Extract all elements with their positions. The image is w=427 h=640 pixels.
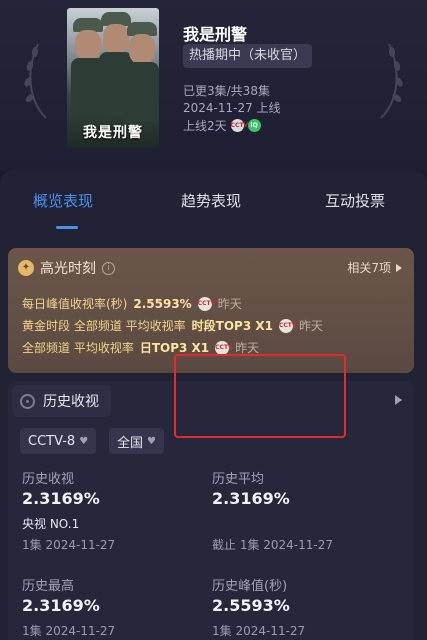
highlight-line-time: 昨天 [298,319,323,333]
history-target-icon [20,393,35,409]
peak-highlight-outline [174,354,346,438]
highlight-line-text: 黄金时段 全部频道 平均收视率 [22,319,186,333]
info-icon[interactable]: i [102,261,115,275]
show-header: 我是刑警 我是刑警 热播期中（未收官） 已更3集/共38集 2024-11-27… [0,0,427,170]
related-items-label: 相关7项 [347,261,391,275]
region-filter-value: 全国 [117,435,144,451]
stat-total-label: 历史收视 [22,472,75,487]
cctv-channel-icon: CCTV [215,340,233,355]
poster-figure-face [129,34,155,64]
cctv-channel-icon: CCTV [230,119,248,132]
highlight-line-time: 昨天 [217,297,242,311]
poster-figure-body [125,62,159,122]
stat-total-value: 2.3169% [22,489,100,508]
cctv-channel-icon: CCTV [197,296,215,311]
stat-avg-sub: 截止 1集 2024-11-27 [212,538,334,552]
dropdown-heart-icon: ♥ [147,435,156,447]
dropdown-heart-icon: ♥ [79,435,89,447]
laurel-right-icon [380,43,403,119]
days-online: 上线2天 [183,119,227,133]
highlight-header: ✦ 高光时刻 i [18,258,115,278]
stat-peak-value: 2.5593% [212,596,290,615]
status-badge: 热播期中（未收官） [183,44,313,68]
highlight-line-text: 每日峰值收视率(秒) [22,297,128,311]
show-title: 我是刑警 [183,25,248,44]
history-title: 历史收视 [43,394,99,410]
stat-avg-value: 2.3169% [212,489,290,508]
highlight-line-value: 时段TOP3 X1 [191,319,273,333]
highlight-line-value: 2.5593% [133,296,192,311]
cctv-channel-icon: CCTV [278,318,297,333]
tab-overview[interactable]: 概览表现 [33,190,93,211]
highlight-title: 高光时刻 [40,261,96,277]
stat-max-label: 历史最高 [22,579,75,594]
tab-vote[interactable]: 互动投票 [325,190,385,211]
highlight-star-icon: ✦ [18,260,34,276]
poster-title: 我是刑警 [83,125,143,141]
iqiyi-platform-icon: iQ [247,119,261,132]
episode-count: 已更3集/共38集 [183,84,270,98]
tab-trend[interactable]: 趋势表现 [181,190,241,211]
arrow-right-icon [396,263,402,272]
stat-max-value: 2.3169% [22,596,100,615]
highlight-line: 黄金时段 全部频道 平均收视率 时段TOP3 X1 CCTV 昨天 [22,317,323,334]
laurel-left-icon [24,43,47,119]
active-tab-indicator [56,226,78,229]
stat-peak-label: 历史峰值(秒) [212,579,288,594]
region-filter[interactable]: 全国 ♥ [109,428,164,454]
stat-max-sub: 1集 2024-11-27 [22,624,116,638]
arrow-right-icon[interactable] [395,395,402,405]
highlight-line: 每日峰值收视率(秒) 2.5593% CCTV 昨天 [22,295,242,312]
premiere-date: 2024-11-27 上线 [183,101,281,115]
related-items-link[interactable]: 相关7项 [347,259,402,276]
poster-figure-face [75,30,101,60]
history-header: 历史收视 [12,385,111,417]
stat-total-rank: 央视 NO.1 [22,517,80,531]
stat-total-sub: 1集 2024-11-27 [22,538,116,552]
highlight-line-text: 全部频道 平均收视率 [22,341,134,355]
show-poster[interactable]: 我是刑警 [67,8,159,148]
poster-figure-face [103,24,129,54]
channel-filter-value: CCTV-8 [28,433,76,449]
stat-avg-label: 历史平均 [212,472,265,487]
stat-peak-sub: 1集 2024-11-27 [212,624,306,638]
channel-filter[interactable]: CCTV-8 ♥ [20,428,97,454]
tab-bar: 概览表现 趋势表现 互动投票 [0,170,427,232]
days-online-row: 上线2天 CCTV iQ [183,117,261,134]
